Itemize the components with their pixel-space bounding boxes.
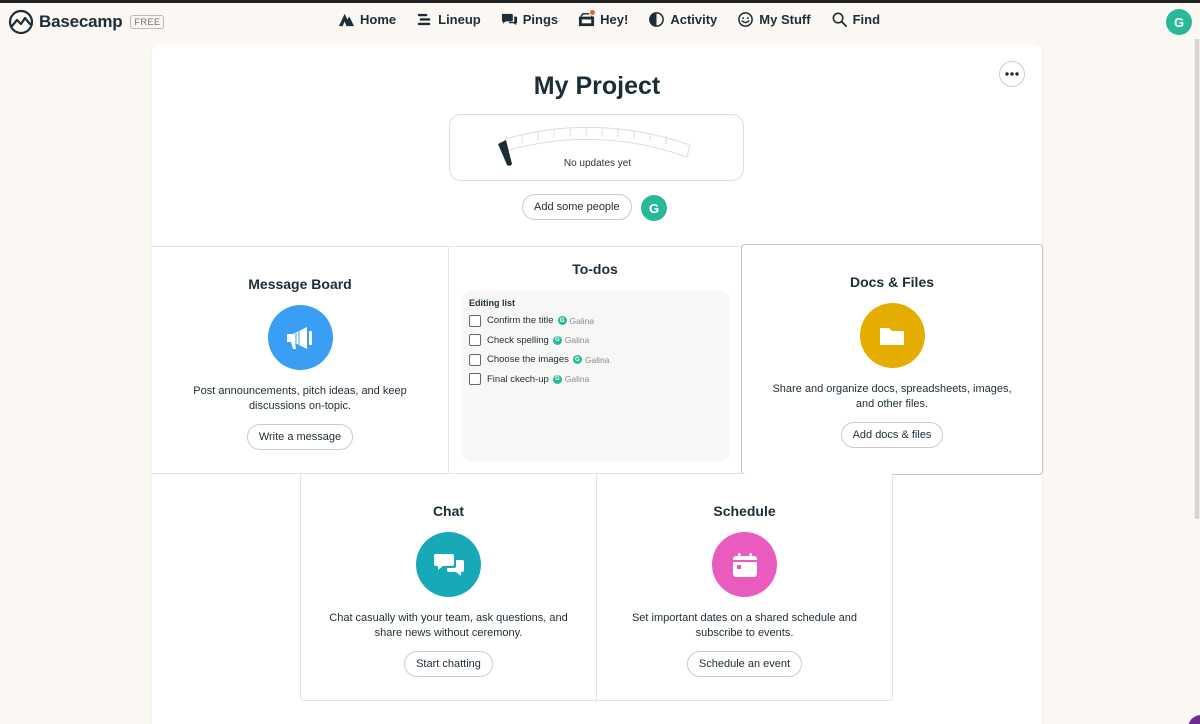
todo-assignee: Galina bbox=[569, 315, 595, 326]
nav-activity[interactable]: Activity bbox=[648, 11, 717, 28]
smiley-icon bbox=[738, 12, 754, 27]
nav-my-stuff[interactable]: My Stuff bbox=[737, 11, 811, 28]
schedule-title: Schedule bbox=[713, 503, 776, 519]
activity-gauge[interactable]: No updates yet bbox=[449, 114, 744, 181]
basecamp-logo-icon bbox=[8, 9, 34, 35]
search-icon bbox=[832, 12, 847, 28]
nav-find[interactable]: Find bbox=[831, 11, 880, 28]
todos-title: To-dos bbox=[572, 261, 618, 277]
schedule-description: Set important dates on a shared schedule… bbox=[631, 612, 858, 639]
todo-item: Final ckech-up G Galina bbox=[469, 370, 722, 390]
todos-tile[interactable]: To-dos Editing list Confirm the title G … bbox=[449, 246, 741, 474]
nav-home[interactable]: Home bbox=[338, 11, 396, 28]
todo-text[interactable]: Final ckech-up bbox=[487, 374, 549, 385]
message-board-description: Post announcements, pitch ideas, and kee… bbox=[193, 385, 407, 412]
nav-hey-label: Hey! bbox=[600, 12, 629, 27]
home-icon bbox=[338, 13, 355, 27]
todo-item: Choose the images G Galina bbox=[469, 350, 722, 370]
schedule-badge bbox=[712, 532, 777, 597]
todo-checkbox[interactable] bbox=[469, 314, 481, 327]
chat-bubbles-icon bbox=[433, 553, 464, 576]
project-title: My Project bbox=[533, 72, 661, 100]
docs-files-title: Docs & Files bbox=[849, 274, 935, 290]
todo-list-title[interactable]: Editing list bbox=[469, 298, 722, 308]
nav-pings[interactable]: Pings bbox=[501, 11, 558, 28]
todo-list-panel: Editing list Confirm the title G Galina … bbox=[462, 291, 729, 461]
folder-icon bbox=[880, 327, 904, 345]
nav-home-label: Home bbox=[360, 12, 397, 27]
todo-checkbox[interactable] bbox=[469, 334, 481, 347]
plan-badge: FREE bbox=[130, 15, 165, 29]
nav-lineup-label: Lineup bbox=[438, 12, 481, 27]
assignee-avatar: G bbox=[552, 335, 562, 345]
assignee-avatar: G bbox=[552, 374, 562, 384]
scrollbar-thumb[interactable] bbox=[1195, 39, 1199, 519]
add-people-button[interactable]: Add some people bbox=[522, 194, 632, 220]
todo-assignee: Galina bbox=[564, 335, 590, 346]
assignee-avatar: G bbox=[557, 316, 567, 326]
nav-activity-label: Activity bbox=[670, 12, 718, 27]
chat-title: Chat bbox=[432, 503, 465, 519]
nav-menu: Home Lineup Pings Hey! Activity My Stuff… bbox=[338, 9, 880, 28]
nav-hey[interactable]: Hey! bbox=[578, 9, 629, 28]
todo-text[interactable]: Check spelling bbox=[487, 335, 549, 346]
todo-item: Check spelling G Galina bbox=[469, 331, 722, 351]
schedule-tile[interactable]: Schedule Set important dates on a shared… bbox=[597, 474, 893, 701]
docs-files-badge bbox=[859, 303, 925, 368]
activity-icon bbox=[649, 12, 665, 27]
todo-checkbox[interactable] bbox=[469, 353, 481, 366]
todo-assignee: Galina bbox=[564, 374, 590, 385]
schedule-event-button[interactable]: Schedule an event bbox=[686, 651, 803, 677]
nav-find-label: Find bbox=[852, 12, 881, 27]
nav-lineup[interactable]: Lineup bbox=[416, 11, 481, 28]
lineup-icon bbox=[418, 13, 431, 26]
user-avatar[interactable]: G bbox=[1166, 9, 1192, 35]
message-board-tile[interactable]: Message Board Post announcements, pitch … bbox=[152, 246, 449, 474]
gauge-icon bbox=[498, 126, 691, 166]
help-avatar[interactable] bbox=[1188, 715, 1200, 724]
member-avatar[interactable]: G bbox=[641, 195, 667, 221]
basecamp-logo[interactable]: Basecamp FREE bbox=[8, 9, 165, 35]
chat-badge bbox=[416, 532, 481, 597]
todo-item: Confirm the title G Galina bbox=[469, 311, 722, 331]
gauge-status-text: No updates yet bbox=[563, 158, 632, 169]
todo-assignee: Galina bbox=[584, 354, 610, 365]
nav-pings-label: Pings bbox=[522, 12, 559, 27]
calendar-icon bbox=[732, 552, 757, 577]
docs-files-tile[interactable]: Docs & Files Share and organize docs, sp… bbox=[741, 244, 1043, 475]
logo-text: Basecamp bbox=[39, 12, 123, 31]
todo-text[interactable]: Confirm the title bbox=[487, 315, 554, 326]
start-chatting-button[interactable]: Start chatting bbox=[404, 651, 493, 677]
todo-text[interactable]: Choose the images bbox=[487, 354, 569, 365]
message-board-title: Message Board bbox=[248, 276, 352, 292]
chat-description: Chat casually with your team, ask questi… bbox=[329, 612, 568, 639]
top-navigation: Basecamp FREE Home Lineup Pings Hey! Act… bbox=[0, 3, 1200, 39]
message-board-badge bbox=[267, 305, 333, 370]
docs-files-description: Share and organize docs, spreadsheets, i… bbox=[772, 383, 1012, 410]
pings-icon bbox=[501, 13, 517, 26]
todo-checkbox[interactable] bbox=[469, 373, 481, 386]
assignee-avatar: G bbox=[572, 355, 582, 365]
megaphone-icon bbox=[287, 326, 312, 349]
write-message-button[interactable]: Write a message bbox=[246, 424, 354, 450]
add-docs-button[interactable]: Add docs & files bbox=[840, 422, 944, 448]
chat-tile[interactable]: Chat Chat casually with your team, ask q… bbox=[300, 474, 597, 701]
nav-my-stuff-label: My Stuff bbox=[759, 12, 811, 27]
